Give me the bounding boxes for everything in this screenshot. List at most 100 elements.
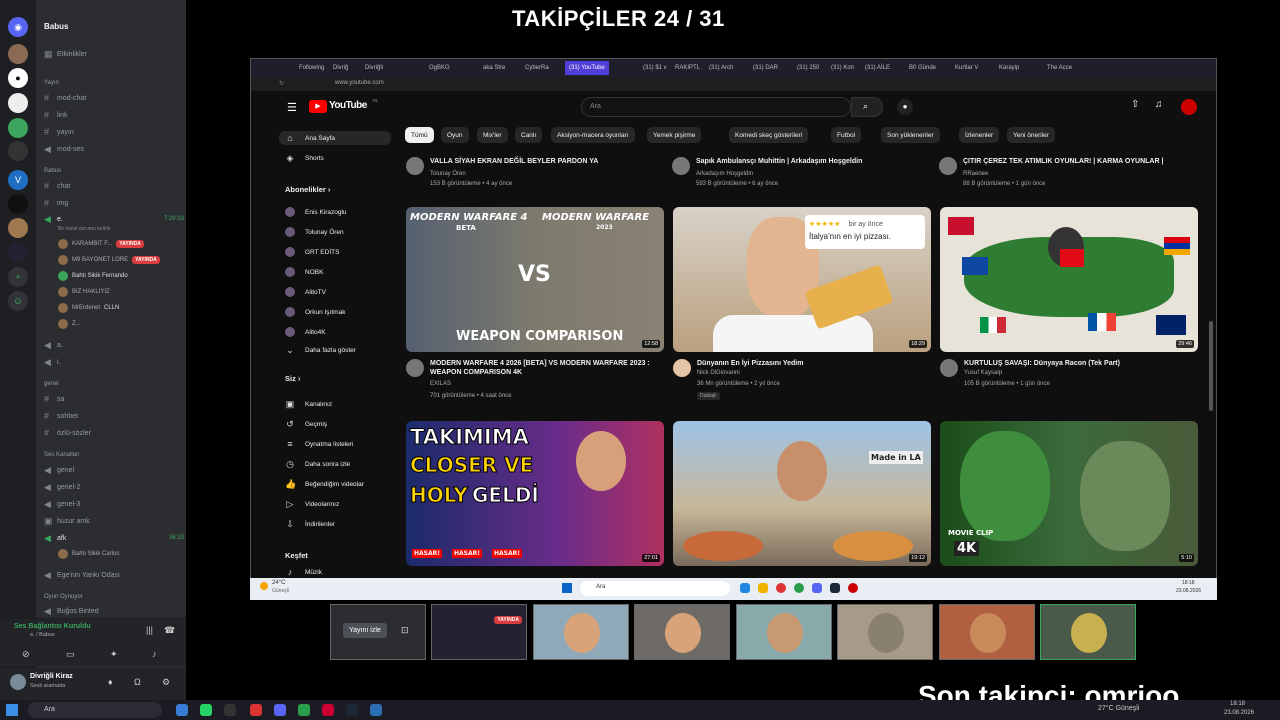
watch-stream-tile[interactable]: Yayını izle ⊡ — [330, 604, 426, 660]
nav-item[interactable]: ⇩ İndirilenler — [285, 519, 335, 529]
camera-tile[interactable] — [837, 604, 933, 660]
app-icon[interactable] — [370, 704, 382, 716]
browser-tab[interactable]: (31) DAR — [753, 61, 778, 75]
browser-tab[interactable]: aka Stre — [483, 61, 505, 75]
browser-tab[interactable]: (31) Kon — [831, 61, 854, 75]
avatar[interactable] — [673, 359, 691, 377]
channel-name[interactable]: Yusuf Kaysalp — [964, 370, 1002, 376]
filter-chip[interactable]: Komedi skeç gösterileri — [729, 127, 809, 143]
youtube-logo-text[interactable]: YouTube — [329, 100, 367, 111]
channel-item[interactable]: # sohbet — [44, 410, 78, 422]
filter-chip[interactable]: Futbol — [831, 127, 862, 143]
channel-item[interactable]: ◀ genel — [44, 464, 74, 476]
popout-icon[interactable]: ⊡ — [401, 625, 409, 636]
mic-icon[interactable]: ♦ — [108, 677, 113, 687]
video-thumbnail[interactable]: MODERN WARFARE 4 BETA MODERN WARFARE 202… — [406, 207, 664, 352]
scrollbar[interactable] — [1209, 321, 1213, 411]
subscription-item[interactable]: Tolunay Ören — [285, 227, 344, 237]
voice-user[interactable]: Z... — [58, 319, 81, 329]
category-label[interactable]: Oyun Oynuyor — [44, 594, 83, 600]
bell-icon[interactable]: ♫ — [1155, 99, 1163, 110]
nav-item[interactable]: ▣ Kanalınız — [285, 399, 332, 409]
video-card[interactable]: MODERN WARFARE 4 BETA MODERN WARFARE 202… — [406, 207, 664, 399]
filter-chip[interactable]: Mix'ler — [477, 127, 508, 143]
channel-item[interactable]: # yayın — [44, 126, 74, 138]
channel-item[interactable]: # mod-chat — [44, 92, 86, 104]
server-icon[interactable] — [8, 242, 28, 262]
add-server-icon[interactable]: + — [8, 267, 28, 287]
discord-icon[interactable] — [274, 704, 286, 716]
subscription-item[interactable]: NOBK — [285, 267, 323, 277]
camera-tile[interactable] — [1040, 604, 1136, 660]
camera-tile[interactable] — [533, 604, 629, 660]
browser-tab[interactable]: (31) AİLE — [865, 61, 890, 75]
channel-item[interactable]: # chat — [44, 180, 70, 192]
channel-item[interactable]: # özlü-sözler — [44, 427, 91, 439]
filter-chip[interactable]: Yemek pişirme — [647, 127, 702, 143]
app-icon[interactable] — [176, 704, 188, 716]
filter-chip[interactable]: Tümü — [405, 127, 434, 143]
video-title[interactable]: KURTULUŞ SAVAŞI: Dünyaya Racon (Tek Part… — [964, 359, 1184, 368]
nav-item[interactable]: ◷ Daha sonra izle — [285, 459, 350, 469]
category-label[interactable]: Ses Kanalları — [44, 452, 80, 458]
browser-tab[interactable]: Kurtlar V — [955, 61, 978, 75]
mic-icon[interactable]: ● — [897, 99, 913, 115]
nav-item[interactable]: 👍 Beğendiğim videolar — [285, 479, 364, 489]
channel-name[interactable]: RRaenee — [963, 171, 988, 177]
server-icon[interactable]: V — [8, 170, 28, 190]
video-thumbnail[interactable]: ★★★★★ bir ay önce İtalya'nın en iyi pizza… — [673, 207, 931, 352]
nav-music[interactable]: ♪ Müzik — [285, 567, 322, 577]
browser-tab[interactable]: OgBKG — [429, 61, 450, 75]
channel-item[interactable]: ◀ mod-ses — [44, 143, 84, 155]
clock-time[interactable]: 18:18 — [1230, 701, 1245, 707]
screen-share-icon[interactable]: ▭ — [66, 649, 75, 660]
video-card[interactable]: 29:46 KURTULUŞ SAVAŞI: Dünyaya Racon (Te… — [940, 207, 1198, 387]
subscriptions-header[interactable]: Abonelikler › — [285, 185, 330, 194]
browser-tab[interactable]: (31) 250 — [797, 61, 819, 75]
filter-chip[interactable]: Oyun — [441, 127, 469, 143]
subscription-item[interactable]: GRT EDİTS — [285, 247, 339, 257]
filter-chip[interactable]: Son yüklenenler — [881, 127, 940, 143]
menu-icon[interactable]: ☰ — [287, 101, 297, 114]
browser-tab[interactable]: (31) $1 v — [643, 61, 667, 75]
video-title[interactable]: Dünyanın En İyi Pizzasını Yedim — [697, 359, 917, 368]
soundboard-icon[interactable]: ♪ — [152, 649, 157, 659]
opera-icon[interactable] — [250, 704, 262, 716]
steam-icon[interactable] — [346, 704, 358, 716]
browser-tab[interactable]: The Acce — [1047, 61, 1072, 75]
video-card[interactable]: ★★★★★ bir ay önce İtalya'nın en iyi pizza… — [673, 207, 931, 400]
avatar[interactable] — [940, 359, 958, 377]
voice-user[interactable]: MrErdenet CLLN — [58, 303, 119, 313]
video-thumbnail[interactable]: Made in LA 19:12 — [673, 421, 931, 566]
voice-user[interactable]: M9 BAYONET LORE YAYINDA — [58, 255, 160, 265]
browser-tab[interactable]: Karayip — [999, 61, 1019, 75]
subscription-item[interactable]: Alito4K — [285, 327, 326, 337]
channel-item[interactable]: ◀ i. — [44, 356, 61, 368]
folder-icon[interactable] — [758, 583, 768, 593]
channel-status[interactable]: Bir kanal durumu belirle — [58, 226, 111, 232]
app-icon[interactable] — [740, 583, 750, 593]
obs-icon[interactable] — [322, 704, 334, 716]
youtube-logo-icon[interactable]: ▶ — [309, 100, 327, 113]
avatar[interactable] — [406, 157, 424, 175]
browser-tab[interactable]: (31) YouTube — [565, 61, 609, 75]
browser-tab[interactable]: Divriğli — [365, 61, 383, 75]
channel-item-afk[interactable]: ◀ afk 38:33 — [44, 532, 184, 544]
camera-tile[interactable] — [736, 604, 832, 660]
avatar[interactable] — [939, 157, 957, 175]
server-name[interactable]: Babus — [44, 22, 68, 31]
weather-temp[interactable]: 24°C — [272, 580, 285, 586]
start-icon[interactable] — [562, 583, 572, 593]
voice-user[interactable]: KARAMBIT F... YAYINDA — [58, 239, 144, 249]
app-icon[interactable] — [848, 583, 858, 593]
video-title[interactable]: MODERN WARFARE 4 2026 [BETA] VS MODERN W… — [430, 359, 650, 377]
channel-item[interactable]: ◀ genel-3 — [44, 498, 80, 510]
filter-chip[interactable]: Canlı — [515, 127, 543, 143]
nav-item[interactable]: ▷ Videolarınız — [285, 499, 340, 509]
video-thumbnail[interactable]: MOVIE CLIP 4K 5:10 — [940, 421, 1198, 566]
activity-icon[interactable]: ✦ — [110, 649, 118, 660]
browser-tab[interactable]: CyberRa — [525, 61, 549, 75]
discord-home-icon[interactable]: ◉ — [8, 17, 28, 37]
channel-name[interactable]: Arkadaşım Hoşgeldin — [696, 171, 753, 177]
you-header[interactable]: Siz › — [285, 374, 300, 383]
